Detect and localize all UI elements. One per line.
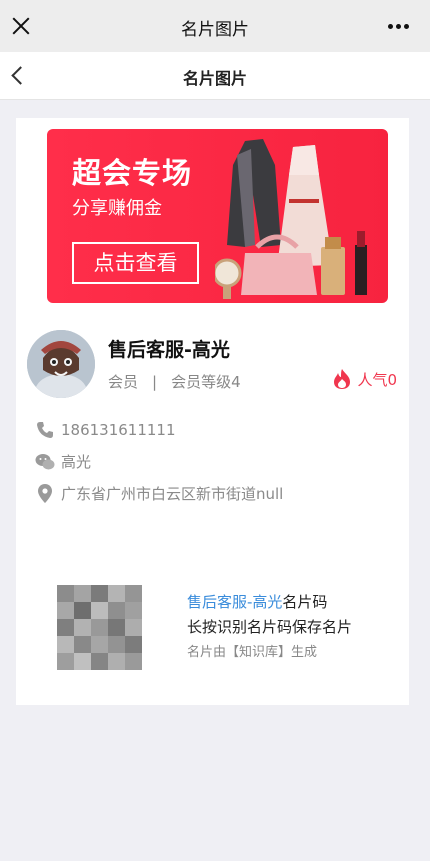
phone-number: 186131611111 [61, 421, 176, 439]
wechat-title-bar: 名片图片 [0, 0, 430, 52]
member-info: 会员 | 会员等级4 [108, 371, 241, 392]
qr-title-suffix: 名片码 [282, 593, 328, 611]
member-level: 会员等级4 [171, 373, 241, 391]
location-pin-icon [35, 484, 55, 504]
qr-footer: 名片由【知识库】生成 [187, 645, 318, 660]
wechat-icon [35, 452, 55, 472]
qr-title: 售后客服-高光名片码 [187, 590, 352, 615]
avatar [27, 330, 95, 398]
qr-instruction: 长按识别名片码保存名片 [187, 618, 353, 636]
address-text: 广东省广州市白云区新市街道null [61, 485, 284, 503]
wechat-title: 名片图片 [181, 20, 249, 40]
phone-row[interactable]: 186131611111 [35, 420, 176, 440]
fire-icon [334, 369, 351, 389]
page-nav-bar: 名片图片 [0, 52, 430, 100]
banner-view-button[interactable]: 点击查看 [72, 242, 199, 284]
more-icon[interactable] [388, 24, 410, 30]
phone-icon [35, 420, 55, 440]
address-row[interactable]: 广东省广州市白云区新市街道null [35, 483, 283, 504]
page-title: 名片图片 [182, 69, 247, 88]
popularity-count: 人气0 [357, 370, 397, 389]
banner-subtitle: 分享赚佣金 [72, 198, 162, 219]
profile-name: 售后客服-高光 [108, 339, 230, 361]
wechat-id: 高光 [61, 453, 92, 471]
banner-title: 超会专场 [72, 156, 193, 190]
qr-description: 售后客服-高光名片码 长按识别名片码保存名片 名片由【知识库】生成 [187, 590, 352, 665]
member-role: 会员 [108, 373, 139, 391]
meta-separator: | [152, 373, 158, 391]
fashion-products-image [215, 139, 367, 299]
qr-owner-name: 售后客服-高光 [187, 593, 283, 611]
business-card: 超会专场 分享赚佣金 点击查看 售后客服-高光 会员 | 会员等级4 人气0 1… [16, 118, 409, 705]
qr-code-image[interactable] [57, 585, 142, 670]
wechat-row[interactable]: 高光 [35, 451, 91, 472]
promo-banner[interactable]: 超会专场 分享赚佣金 点击查看 [47, 129, 388, 303]
popularity-badge: 人气0 [332, 368, 397, 390]
